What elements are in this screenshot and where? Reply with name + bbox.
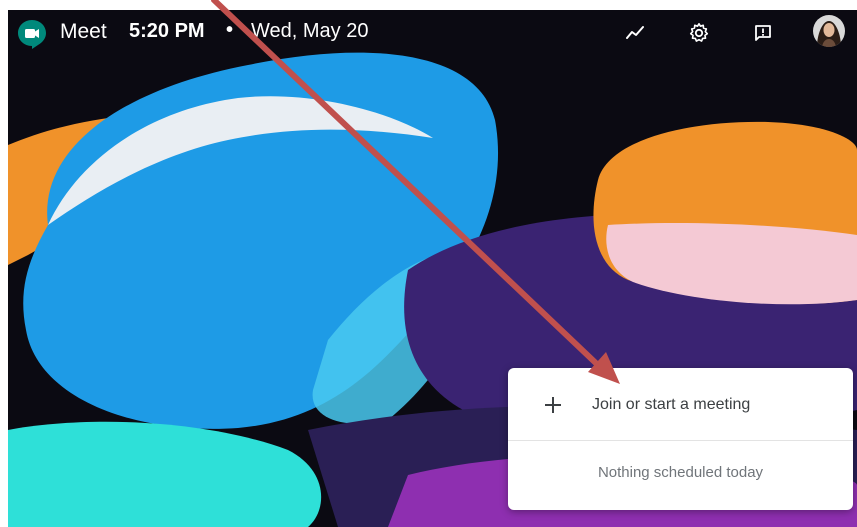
gear-icon[interactable] <box>685 19 713 47</box>
meet-logo-icon <box>18 20 46 49</box>
feedback-icon[interactable] <box>749 19 777 47</box>
app-name: Meet <box>60 20 107 43</box>
plus-icon <box>545 397 561 413</box>
meet-home-screen: Meet 5:20 PM • Wed, May 20 Join or start… <box>0 0 857 527</box>
card-divider <box>508 440 853 441</box>
current-time: 5:20 PM <box>129 20 205 42</box>
meeting-card: Join or start a meeting Nothing schedule… <box>508 368 853 510</box>
join-meeting-label: Join or start a meeting <box>592 396 751 413</box>
top-bar: Meet 5:20 PM • Wed, May 20 <box>8 10 857 56</box>
join-or-start-meeting-button[interactable]: Join or start a meeting <box>508 368 853 440</box>
schedule-empty-state: Nothing scheduled today <box>597 464 764 481</box>
activity-icon[interactable] <box>621 19 649 47</box>
avatar[interactable] <box>813 15 845 47</box>
time-date-separator: • <box>226 19 234 41</box>
current-date: Wed, May 20 <box>251 20 369 42</box>
